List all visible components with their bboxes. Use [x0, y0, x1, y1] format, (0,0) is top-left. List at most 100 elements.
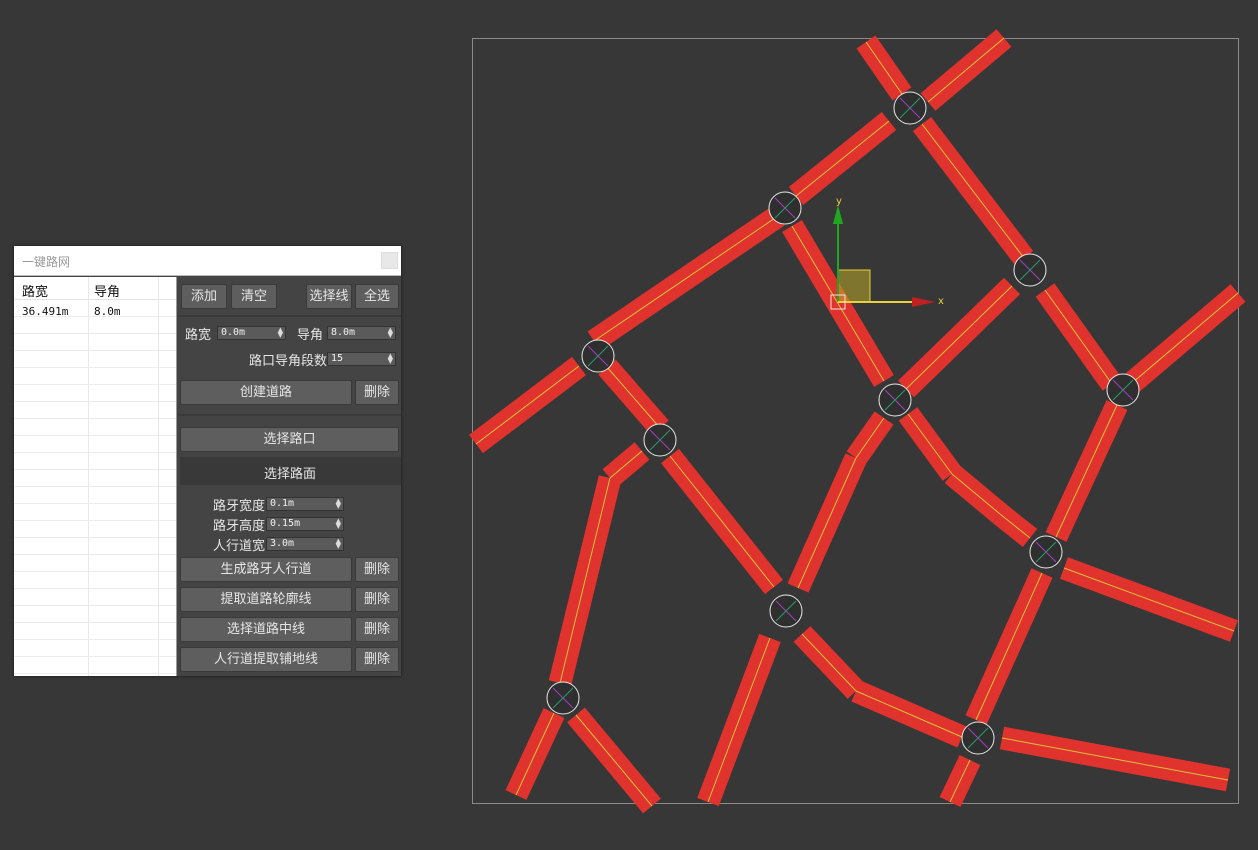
generate-curb-sidewalk-button[interactable]: 生成路牙人行道	[180, 557, 352, 582]
road-centerline[interactable]	[669, 455, 775, 588]
row-separator	[14, 554, 176, 555]
delete-road-button[interactable]: 删除	[355, 380, 399, 405]
spinner-arrows-icon[interactable]: ▲ ▼	[278, 327, 283, 339]
sidewalk-width-spinner[interactable]: 3.0m ▲ ▼	[266, 537, 344, 551]
spinner-arrows-icon[interactable]: ▲ ▼	[336, 498, 341, 510]
row-separator	[14, 435, 176, 436]
dialog-title: 一键路网	[22, 255, 71, 269]
header-chamfer[interactable]: 导角	[94, 281, 120, 300]
close-icon[interactable]	[381, 252, 398, 269]
row-separator	[14, 418, 176, 419]
list-header: 路宽 导角	[14, 277, 176, 300]
dialog-titlebar[interactable]: 一键路网	[14, 246, 401, 276]
road-centerline[interactable]	[801, 633, 857, 692]
gizmo-plane-handle[interactable]	[837, 269, 871, 303]
row-separator	[14, 333, 176, 334]
road-centerline[interactable]	[1063, 567, 1235, 632]
divider	[178, 315, 401, 317]
row-separator	[14, 384, 176, 385]
spinner-arrows-icon[interactable]: ▲ ▼	[336, 538, 341, 550]
clear-button[interactable]: 清空	[231, 284, 277, 309]
road-params-list[interactable]: 路宽 导角 36.491m 8.0m	[14, 277, 177, 676]
gizmo-x-label[interactable]: x	[938, 296, 944, 307]
select-surface-label: 选择路面	[264, 467, 317, 482]
column-divider	[158, 277, 159, 676]
road-centerline[interactable]	[606, 366, 661, 429]
select-surface-button[interactable]: 选择路面	[180, 457, 401, 485]
row-separator	[14, 486, 176, 487]
row-separator	[14, 401, 176, 402]
chamfer-label: 导角	[297, 328, 324, 343]
select-all-button[interactable]: 全选	[355, 284, 399, 309]
divider	[178, 414, 401, 416]
road-centerline[interactable]	[1001, 737, 1229, 781]
road-network-dialog: 一键路网 路宽 导角 36.491m 8.0m 添加 清空 选择线 全选 路宽 …	[14, 246, 401, 676]
gizmo-y-label[interactable]: y	[836, 196, 842, 207]
select-line-button[interactable]: 选择线	[306, 284, 352, 309]
road-width-spinner[interactable]: 0.0m ▲ ▼	[217, 326, 286, 340]
sidewalk-width-label: 人行道宽	[213, 539, 266, 554]
row-separator	[14, 503, 176, 504]
curb-height-label: 路牙高度	[213, 519, 266, 534]
road-centerline[interactable]	[1055, 404, 1118, 538]
road-width-value: 0.0m	[221, 327, 246, 338]
delete-paving-button[interactable]: 删除	[355, 647, 399, 672]
row-separator	[14, 605, 176, 606]
extract-outline-button[interactable]: 提取道路轮廓线	[180, 587, 352, 612]
row-separator	[14, 367, 176, 368]
chamfer-spinner[interactable]: 8.0m ▲ ▼	[327, 326, 396, 340]
road-centerline[interactable]	[975, 572, 1043, 721]
row-separator	[14, 588, 176, 589]
sidewalk-width-value: 3.0m	[270, 538, 295, 549]
road-centerline[interactable]	[927, 37, 1005, 103]
road-centerline[interactable]	[797, 457, 857, 589]
row-separator	[14, 316, 176, 317]
delete-outline-button[interactable]: 删除	[355, 587, 399, 612]
header-road-width[interactable]: 路宽	[22, 281, 48, 300]
road-centerline[interactable]	[921, 123, 1025, 259]
chamfer-segments-value: 15	[331, 353, 344, 364]
chamfer-value: 8.0m	[331, 327, 356, 338]
road-centerline[interactable]	[707, 637, 771, 803]
road-centerline[interactable]	[1131, 292, 1239, 384]
select-centerline-button[interactable]: 选择道路中线	[180, 617, 352, 642]
road-centerline[interactable]	[559, 477, 611, 684]
row-separator	[14, 656, 176, 657]
road-centerline[interactable]	[855, 690, 963, 738]
row-separator	[14, 571, 176, 572]
row-separator	[14, 622, 176, 623]
add-button[interactable]: 添加	[181, 284, 227, 309]
row-separator	[14, 469, 176, 470]
spinner-arrows-icon[interactable]: ▲ ▼	[388, 327, 393, 339]
road-centerline[interactable]	[593, 215, 779, 342]
road-centerline[interactable]	[475, 365, 580, 445]
row-separator	[14, 673, 176, 674]
gizmo-x-arrow-icon[interactable]	[912, 297, 935, 307]
delete-curb-button[interactable]: 删除	[355, 557, 399, 582]
chamfer-segments-label: 路口导角段数	[249, 354, 328, 369]
gizmo-y-arrow-icon[interactable]	[833, 205, 843, 224]
chamfer-segments-spinner[interactable]: 15 ▲ ▼	[327, 352, 396, 366]
row-separator	[14, 537, 176, 538]
select-intersection-button[interactable]: 选择路口	[180, 427, 399, 452]
row-separator	[14, 452, 176, 453]
delete-centerline-button[interactable]: 删除	[355, 617, 399, 642]
road-centerline[interactable]	[907, 413, 953, 475]
spinner-arrows-icon[interactable]: ▲ ▼	[388, 353, 393, 365]
road-width-label: 路宽	[185, 328, 212, 343]
road-centerline[interactable]	[795, 120, 890, 197]
curb-height-spinner[interactable]: 0.15m ▲ ▼	[266, 517, 344, 531]
curb-width-label: 路牙宽度	[213, 499, 266, 514]
control-panel: 添加 清空 选择线 全选 路宽 0.0m ▲ ▼ 导角 8.0m ▲ ▼ 路口导角段…	[178, 277, 401, 676]
curb-width-spinner[interactable]: 0.1m ▲ ▼	[266, 497, 344, 511]
row-separator	[14, 520, 176, 521]
create-road-button[interactable]: 创建道路	[180, 380, 352, 405]
sidewalk-paving-button[interactable]: 人行道提取铺地线	[180, 647, 352, 672]
curb-width-value: 0.1m	[270, 498, 295, 509]
curb-height-value: 0.15m	[270, 518, 301, 529]
road-centerline[interactable]	[515, 712, 555, 796]
spinner-arrows-icon[interactable]: ▲ ▼	[336, 518, 341, 530]
road-centerline[interactable]	[1044, 289, 1113, 385]
row-separator	[14, 639, 176, 640]
row-separator	[14, 350, 176, 351]
